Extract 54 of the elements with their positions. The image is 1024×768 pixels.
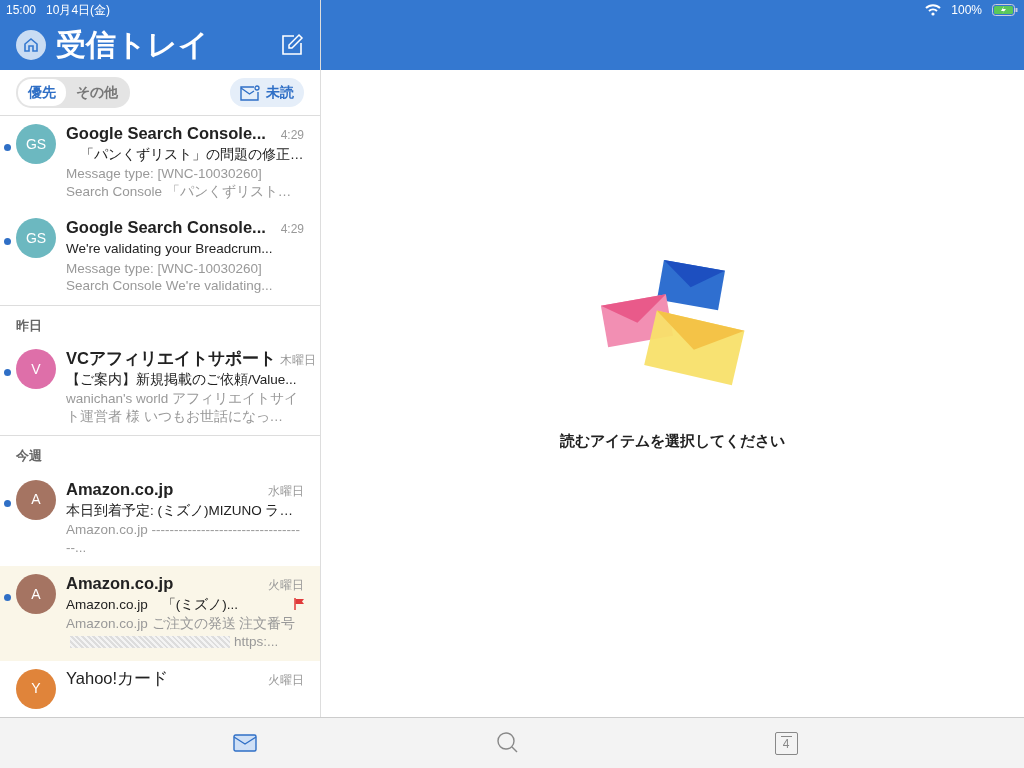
message-row[interactable]: Y Yahoo!カード 火曜日	[0, 660, 320, 717]
battery-icon	[992, 4, 1018, 16]
home-button[interactable]	[16, 30, 46, 60]
message-row[interactable]: A Amazon.co.jp 水曜日 本日到着予定: (ミズノ)MIZUNO ラ… Amazon.co.jp -----------------------------------...	[0, 471, 320, 567]
filter-tab[interactable]: その他	[66, 79, 128, 106]
avatar: GS	[16, 124, 56, 164]
message-subject: 本日到着予定: (ミズノ)MIZUNO ラ…	[66, 501, 293, 520]
avatar: A	[16, 479, 56, 520]
message-preview: Message type: [WNC-10030260] Search Console 「パンくずリスト…	[66, 165, 293, 201]
message-preview: Amazon.co.jp -----------------------------------...	[66, 521, 301, 557]
section-heading: 昨日	[0, 304, 320, 342]
mail-icon	[233, 734, 257, 752]
message-preview: Amazon.co.jp ご注文の発送 注文番号	[66, 616, 296, 632]
sender-name: Google Search Console...	[66, 218, 266, 239]
message-row[interactable]: GS Google Search Console... 4:29 「パンくずリスト」の問題の修正… Message type: [WNC-10030260] Search Console 「パンくずリスト…	[0, 116, 320, 211]
message-row[interactable]: V VCアフィリエイトサポート 木曜日 【ご案内】新規掲載のご依頼/Value... wanichan's world アフィリエイトサイト運営者 様 いつもお世話になっ…	[0, 341, 320, 436]
status-date: 10月4日(金)	[46, 2, 111, 19]
battery-percent: 100%	[951, 2, 982, 19]
message-preview: https:...	[234, 634, 279, 649]
avatar: V	[16, 349, 56, 390]
filter-tab[interactable]: 優先	[18, 79, 66, 106]
unread-filter-button[interactable]: 未読	[230, 78, 304, 107]
search-icon	[496, 731, 520, 755]
avatar: Y	[16, 668, 56, 709]
message-row[interactable]: GS Google Search Console... 4:29 We're validating your Breadcrum... Message type: [WNC-10030260] Search Console We're validating...	[0, 210, 320, 305]
wifi-icon	[925, 4, 942, 16]
message-subject: We're validating your Breadcrum...	[66, 240, 273, 259]
message-time: 火曜日	[268, 671, 304, 689]
message-preview: Message type: [WNC-10030260] Search Console We're validating...	[66, 259, 274, 295]
mail-icon	[240, 84, 260, 101]
avatar: A	[16, 574, 56, 615]
message-time: 水曜日	[268, 482, 304, 500]
sender-name: Google Search Console...	[66, 124, 266, 144]
home-icon	[22, 36, 40, 54]
message-subject: Amazon.co.jp 「(ミズノ)...	[66, 596, 239, 615]
message-time: 木曜日	[279, 352, 316, 370]
message-time: 4:29	[280, 127, 304, 144]
section-heading: 今週	[0, 435, 320, 472]
message-time: 4:29	[280, 221, 304, 239]
message-subject: 【ご案内】新規掲載のご依頼/Value...	[66, 371, 297, 390]
avatar: GS	[16, 218, 56, 259]
sender-name: Amazon.co.jp	[66, 479, 174, 500]
calendar-icon: 4	[774, 731, 798, 755]
sender-name: Yahoo!カード	[66, 668, 169, 689]
sender-name: Amazon.co.jp	[66, 574, 174, 595]
sender-name: VCアフィリエイトサポート	[66, 349, 276, 369]
message-preview: wanichan's world アフィリエイトサイト運営者 様 いつもお世話になっ…	[66, 390, 300, 426]
compose-button[interactable]	[280, 32, 304, 58]
message-row[interactable]: A Amazon.co.jp 火曜日 Amazon.co.jp 「(ミズノ)... Amazon.co.jp ご注文の発送 注文番号 https:...	[0, 566, 320, 661]
inbox-title: 受信トレイ	[56, 30, 209, 60]
empty-state-message: 読むアイテムを選択してください	[560, 430, 785, 451]
message-subject: 「パンくずリスト」の問題の修正…	[79, 146, 304, 164]
status-time: 15:00	[6, 2, 37, 19]
message-time: 火曜日	[268, 577, 304, 595]
